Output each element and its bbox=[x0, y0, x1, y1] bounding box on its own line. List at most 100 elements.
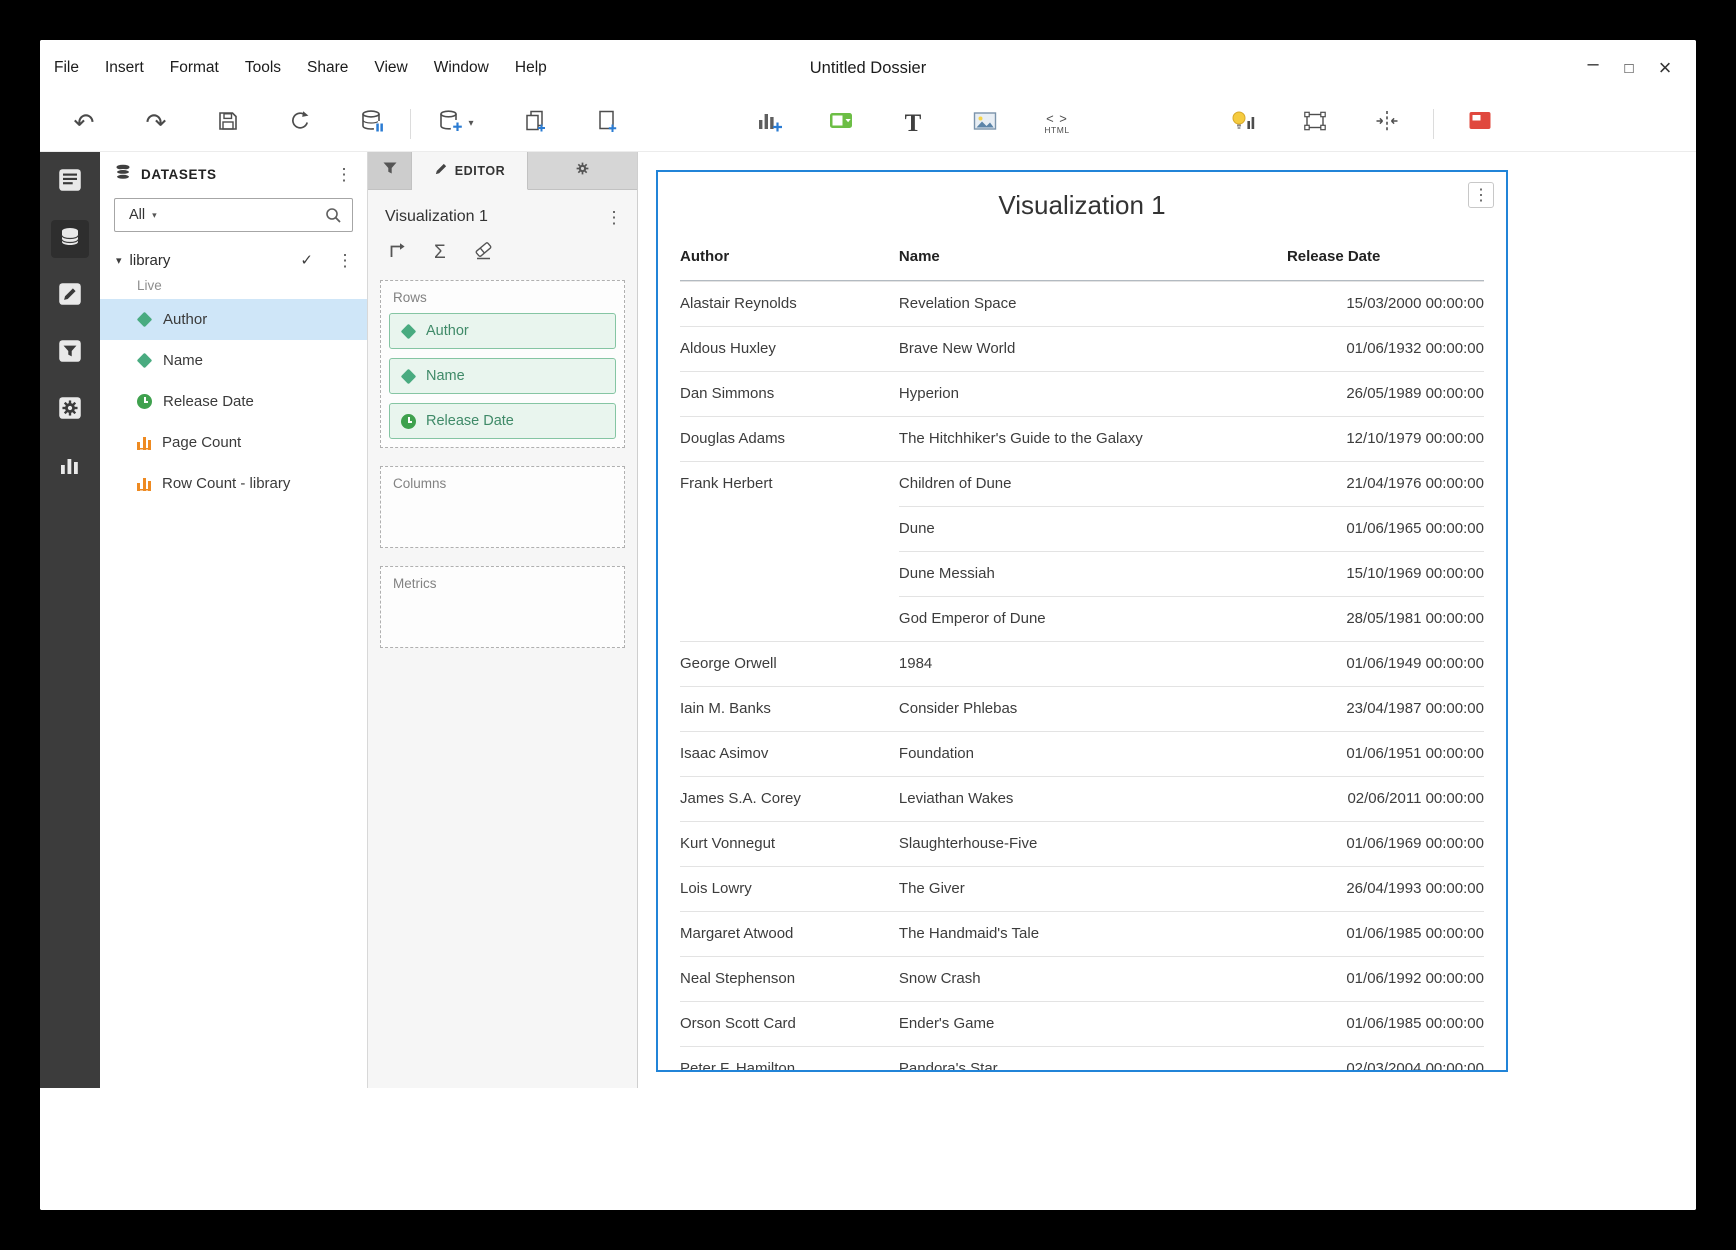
menu-item[interactable]: File bbox=[54, 59, 79, 77]
close-button[interactable]: × bbox=[1650, 53, 1680, 83]
page-break-button[interactable] bbox=[1355, 103, 1419, 145]
zone-chip[interactable]: Author bbox=[389, 313, 616, 349]
cell-release-date: 15/03/2000 00:00:00 bbox=[1287, 281, 1484, 326]
refresh-button[interactable] bbox=[268, 103, 332, 145]
save-button[interactable] bbox=[196, 103, 260, 145]
table-row[interactable]: Dan SimmonsHyperion26/05/1989 00:00:00 bbox=[680, 371, 1484, 416]
eraser-icon[interactable] bbox=[473, 240, 493, 265]
minimize-button[interactable]: – bbox=[1578, 53, 1608, 83]
add-page-button[interactable] bbox=[575, 103, 639, 145]
menu-item[interactable]: Window bbox=[434, 59, 489, 77]
table-row[interactable]: Iain M. BanksConsider Phlebas23/04/1987 … bbox=[680, 686, 1484, 731]
table-row[interactable]: Orson Scott CardEnder's Game01/06/1985 0… bbox=[680, 1001, 1484, 1046]
insert-html-button[interactable]: < > HTML bbox=[1025, 103, 1089, 145]
maximize-button[interactable]: □ bbox=[1614, 53, 1644, 83]
cell-author: Kurt Vonnegut bbox=[680, 821, 899, 866]
table-row[interactable]: Alastair ReynoldsRevelation Space15/03/2… bbox=[680, 281, 1484, 326]
visualization-options-button[interactable]: ⋮ bbox=[1468, 182, 1494, 208]
insert-image-button[interactable] bbox=[953, 103, 1017, 145]
column-header-release-date[interactable]: Release Date bbox=[1287, 234, 1484, 280]
cell-release-date: 01/06/1965 00:00:00 bbox=[1287, 506, 1484, 551]
image-icon bbox=[972, 108, 998, 139]
tab-settings[interactable] bbox=[528, 152, 637, 189]
table-row[interactable]: Douglas AdamsThe Hitchhiker's Guide to t… bbox=[680, 416, 1484, 461]
zone-chip[interactable]: Name bbox=[389, 358, 616, 394]
dataset-field[interactable]: Page Count bbox=[100, 422, 367, 463]
filter-panel-icon bbox=[828, 108, 854, 139]
table-row[interactable]: Isaac AsimovFoundation01/06/1951 00:00:0… bbox=[680, 731, 1484, 776]
bar-chart-icon bbox=[57, 452, 83, 483]
table-row[interactable]: Dune Messiah15/10/1969 00:00:00 bbox=[680, 551, 1484, 596]
sidebar-item-editor[interactable] bbox=[51, 277, 89, 315]
sidebar-item-filters[interactable] bbox=[51, 334, 89, 372]
table-row[interactable]: Peter F. HamiltonPandora's Star02/03/200… bbox=[680, 1046, 1484, 1072]
undo-button[interactable]: ↶ bbox=[52, 103, 116, 145]
menu-item[interactable]: Format bbox=[170, 59, 219, 77]
tab-editor[interactable]: EDITOR bbox=[412, 152, 528, 190]
cell-author: Aldous Huxley bbox=[680, 326, 899, 371]
menu-item[interactable]: Insert bbox=[105, 59, 144, 77]
cell-release-date: 01/06/1969 00:00:00 bbox=[1287, 821, 1484, 866]
swap-axes-icon[interactable] bbox=[387, 240, 407, 265]
table-row[interactable]: Neal StephensonSnow Crash01/06/1992 00:0… bbox=[680, 956, 1484, 1001]
table-row[interactable]: Dune01/06/1965 00:00:00 bbox=[680, 506, 1484, 551]
sidebar-item-contents[interactable] bbox=[51, 163, 89, 201]
add-data-button[interactable]: ▾ bbox=[417, 103, 495, 145]
dataset-field[interactable]: Release Date bbox=[100, 381, 367, 422]
search-icon[interactable] bbox=[324, 206, 342, 224]
table-row[interactable]: George Orwell198401/06/1949 00:00:00 bbox=[680, 641, 1484, 686]
chevron-down-icon: ▾ bbox=[468, 118, 473, 129]
datasets-menu-button[interactable]: ⋮ bbox=[333, 166, 355, 183]
menu-item[interactable]: Help bbox=[515, 59, 547, 77]
dataset-status-icon bbox=[359, 108, 385, 139]
field-type-icon bbox=[137, 436, 151, 450]
visualization-menu-button[interactable]: ⋮ bbox=[603, 209, 625, 226]
free-form-layout-button[interactable] bbox=[1283, 103, 1347, 145]
table-row[interactable]: God Emperor of Dune28/05/1981 00:00:00 bbox=[680, 596, 1484, 641]
visualization-panel[interactable]: ⋮ Visualization 1 Author Name Release Da… bbox=[656, 170, 1508, 1072]
dataset-tree-item[interactable]: ▾ library ✓ ⋮ bbox=[100, 242, 367, 278]
table-row[interactable]: Kurt VonnegutSlaughterhouse-Five01/06/19… bbox=[680, 821, 1484, 866]
column-header-author[interactable]: Author bbox=[680, 234, 899, 280]
sidebar-item-datasets[interactable] bbox=[51, 220, 89, 258]
table-row[interactable]: James S.A. CoreyLeviathan Wakes02/06/201… bbox=[680, 776, 1484, 821]
sidebar-item-gallery[interactable] bbox=[51, 448, 89, 486]
menu-item[interactable]: Tools bbox=[245, 59, 281, 77]
metrics-dropzone[interactable]: Metrics bbox=[380, 566, 625, 648]
tree-collapse-icon[interactable]: ▾ bbox=[116, 254, 122, 267]
table-row[interactable]: Margaret AtwoodThe Handmaid's Tale01/06/… bbox=[680, 911, 1484, 956]
table-row[interactable]: Frank HerbertChildren of Dune21/04/1976 … bbox=[680, 461, 1484, 506]
insert-text-button[interactable]: T bbox=[881, 103, 945, 145]
redo-button[interactable]: ↷ bbox=[124, 103, 188, 145]
datasets-stack-icon bbox=[114, 163, 132, 186]
sigma-icon[interactable]: Σ bbox=[434, 243, 446, 262]
column-header-name[interactable]: Name bbox=[899, 234, 1287, 280]
insert-filter-button[interactable] bbox=[809, 103, 873, 145]
table-row[interactable]: Aldous HuxleyBrave New World01/06/1932 0… bbox=[680, 326, 1484, 371]
manage-datasets-button[interactable] bbox=[340, 103, 404, 145]
cell-name: Revelation Space bbox=[899, 281, 1287, 326]
sidebar-item-settings[interactable] bbox=[51, 391, 89, 429]
tab-filter[interactable] bbox=[368, 152, 412, 189]
table-row[interactable]: Lois LowryThe Giver26/04/1993 00:00:00 bbox=[680, 866, 1484, 911]
insights-button[interactable] bbox=[1211, 103, 1275, 145]
page-break-icon bbox=[1374, 108, 1400, 139]
duplicate-page-button[interactable] bbox=[503, 103, 567, 145]
toolbar-right-group bbox=[1211, 103, 1512, 145]
zone-chip[interactable]: Release Date bbox=[389, 403, 616, 439]
titlebar: File Insert Format Tools Share View Window Help… bbox=[40, 40, 1696, 96]
dataset-field[interactable]: Author bbox=[100, 299, 367, 340]
dataset-field[interactable]: Name bbox=[100, 340, 367, 381]
pencil-icon bbox=[434, 162, 448, 179]
presentation-mode-button[interactable] bbox=[1448, 103, 1512, 145]
grid-visualization: Author Name Release Date Alastair Reynol… bbox=[680, 234, 1484, 1072]
menu-item[interactable]: View bbox=[374, 59, 407, 77]
columns-dropzone[interactable]: Columns bbox=[380, 466, 625, 548]
dataset-field[interactable]: Row Count - library bbox=[100, 463, 367, 504]
menu-item[interactable]: Share bbox=[307, 59, 348, 77]
dataset-search-filter[interactable]: All ▾ bbox=[114, 198, 353, 232]
insert-visualization-button[interactable] bbox=[737, 103, 801, 145]
dossier-canvas[interactable]: ⋮ Visualization 1 Author Name Release Da… bbox=[638, 152, 1696, 1088]
dataset-menu-button[interactable]: ⋮ bbox=[335, 252, 355, 269]
rows-dropzone[interactable]: Rows AuthorNameRelease Date bbox=[380, 280, 625, 448]
